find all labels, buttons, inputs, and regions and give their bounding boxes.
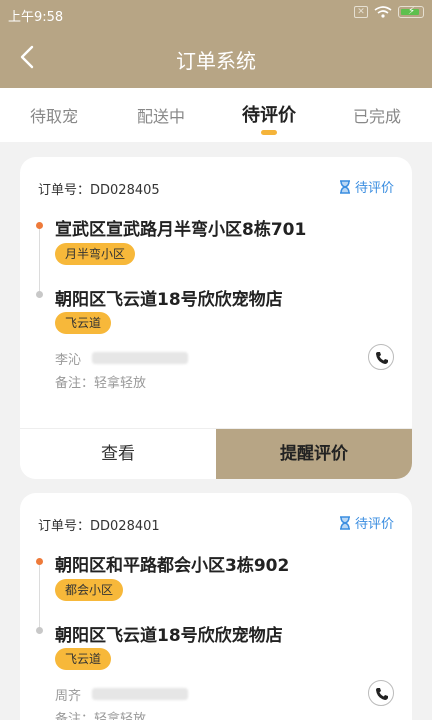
- view-button[interactable]: 查看: [20, 429, 216, 479]
- wifi-icon: [374, 6, 392, 18]
- pickup-area-tag: 月半弯小区: [55, 243, 136, 265]
- route-line: [39, 229, 40, 293]
- call-button[interactable]: [368, 680, 394, 706]
- hourglass-icon: [339, 179, 350, 194]
- pickup-address: 宣武区宣武路月半弯小区8栋701: [55, 220, 307, 240]
- dropoff-address: 朝阳区飞云道18号欣欣宠物店: [55, 626, 283, 646]
- status-time: 上午9:58: [8, 10, 64, 25]
- call-button[interactable]: [368, 344, 394, 370]
- status-label: 待评价: [354, 181, 394, 196]
- tab-pending-review[interactable]: 待评价: [242, 101, 296, 127]
- contact-phone-blurred: [92, 688, 188, 700]
- status-label: 待评价: [354, 517, 394, 532]
- phone-icon: [376, 688, 388, 700]
- order-number: 订单号：DD028405: [38, 183, 160, 198]
- active-tab-indicator: [261, 130, 277, 135]
- contact-name: 周齐: [55, 689, 82, 704]
- contact-phone-blurred: [92, 352, 188, 364]
- tab-pending-pickup[interactable]: 待取宠: [30, 103, 78, 127]
- tab-delivering[interactable]: 配送中: [137, 103, 185, 127]
- dropoff-dot: [36, 627, 43, 634]
- status-badge: 待评价: [339, 513, 394, 532]
- phone-icon: [376, 352, 388, 364]
- pickup-dot: [36, 558, 43, 565]
- remind-review-button[interactable]: 提醒评价: [216, 429, 412, 479]
- card-actions: 查看 提醒评价: [20, 428, 412, 479]
- pickup-address: 朝阳区和平路都会小区3栋902: [55, 556, 290, 576]
- pickup-dot: [36, 222, 43, 229]
- page-title: 订单系统: [176, 49, 256, 73]
- dropoff-area-tag: 飞云道: [55, 312, 112, 334]
- tab-bar: 待取宠 配送中 待评价 已完成: [0, 88, 432, 142]
- contact-name: 李沁: [55, 353, 82, 368]
- order-card[interactable]: 订单号：DD028401 待评价 朝阳区和平路都会小区3栋902 都会小区 朝阳…: [20, 493, 412, 720]
- status-bar: 上午9:58 ✕ ⚡: [0, 0, 432, 28]
- sim-x-icon: ✕: [354, 6, 368, 18]
- route-line: [39, 565, 40, 629]
- dropoff-dot: [36, 291, 43, 298]
- header: 订单系统: [0, 28, 432, 88]
- order-number: 订单号：DD028401: [38, 519, 160, 534]
- order-card[interactable]: 订单号：DD028405 待评价 宣武区宣武路月半弯小区8栋701 月半弯小区 …: [20, 157, 412, 479]
- status-icons: ✕ ⚡: [354, 6, 424, 18]
- battery-charging-icon: ⚡: [398, 6, 424, 18]
- hourglass-icon: [339, 515, 350, 530]
- status-badge: 待评价: [339, 177, 394, 196]
- pickup-area-tag: 都会小区: [55, 579, 124, 601]
- dropoff-address: 朝阳区飞云道18号欣欣宠物店: [55, 290, 283, 310]
- order-note: 备注：轻拿轻放: [55, 376, 147, 391]
- dropoff-area-tag: 飞云道: [55, 648, 112, 670]
- tab-completed[interactable]: 已完成: [353, 103, 401, 127]
- order-note: 备注：轻拿轻放: [55, 712, 147, 720]
